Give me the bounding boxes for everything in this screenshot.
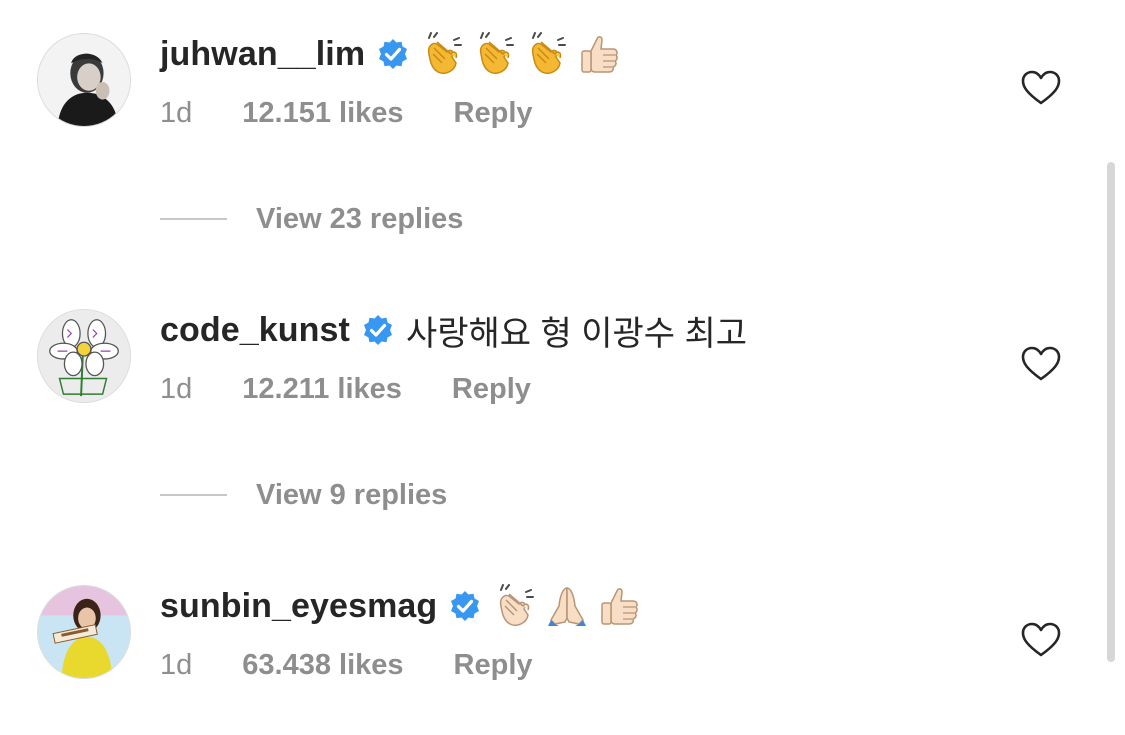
- avatar[interactable]: [37, 33, 131, 127]
- clapping-hands-icon: [493, 584, 537, 628]
- reply-button[interactable]: Reply: [452, 373, 531, 406]
- comments-list: juhwan__lim 1d 12.151 likes Reply View 2…: [0, 0, 1125, 735]
- username[interactable]: sunbin_eyesmag: [160, 587, 437, 626]
- scrollbar[interactable]: [1107, 162, 1115, 662]
- comment-line: code_kunst 사랑해요 형 이광수 최고: [160, 305, 747, 355]
- username[interactable]: juhwan__lim: [160, 35, 365, 74]
- comment-line: sunbin_eyesmag: [160, 581, 649, 631]
- timestamp: 1d: [160, 373, 193, 405]
- timestamp: 1d: [160, 649, 193, 681]
- view-replies-button[interactable]: View 23 replies: [160, 199, 463, 239]
- like-count[interactable]: 12.211 likes: [242, 373, 402, 406]
- comment-meta: 1d 12.151 likes Reply: [160, 97, 533, 130]
- view-replies-label: View 9 replies: [256, 478, 448, 511]
- clapping-hands-icon: [473, 32, 517, 76]
- avatar[interactable]: [37, 585, 131, 679]
- like-count[interactable]: 12.151 likes: [242, 97, 403, 130]
- comment-text: 사랑해요 형 이광수 최고: [405, 314, 748, 353]
- comment-line: juhwan__lim: [160, 29, 629, 79]
- like-count[interactable]: 63.438 likes: [242, 649, 403, 682]
- heart-icon[interactable]: [1021, 70, 1061, 106]
- divider-line: [160, 218, 227, 220]
- comment-item: sunbin_eyesmag 1d 63.438 likes Reply: [0, 552, 1125, 682]
- verified-badge-icon: [362, 314, 394, 346]
- verified-badge-icon: [377, 38, 409, 70]
- divider-line: [160, 494, 227, 496]
- comment-emojis: [493, 584, 649, 628]
- clapping-hands-icon: [525, 32, 569, 76]
- view-replies-button[interactable]: View 9 replies: [160, 475, 447, 515]
- username[interactable]: code_kunst: [160, 311, 350, 350]
- verified-badge-icon: [449, 590, 481, 622]
- heart-icon[interactable]: [1021, 346, 1061, 382]
- comment-item: juhwan__lim 1d 12.151 likes Reply: [0, 0, 1125, 130]
- thumbs-up-icon: [577, 32, 621, 76]
- thumbs-up-icon: [597, 584, 641, 628]
- comment-emojis: [421, 32, 629, 76]
- folded-hands-icon: [545, 584, 589, 628]
- reply-button[interactable]: Reply: [454, 97, 533, 130]
- clapping-hands-icon: [421, 32, 465, 76]
- avatar[interactable]: [37, 309, 131, 403]
- comment-item: code_kunst 사랑해요 형 이광수 최고 1d 12.211 likes…: [0, 276, 1125, 406]
- heart-icon[interactable]: [1021, 622, 1061, 658]
- reply-button[interactable]: Reply: [454, 649, 533, 682]
- timestamp: 1d: [160, 97, 193, 129]
- view-replies-label: View 23 replies: [256, 202, 464, 235]
- comment-meta: 1d 12.211 likes Reply: [160, 373, 531, 406]
- comment-meta: 1d 63.438 likes Reply: [160, 649, 533, 682]
